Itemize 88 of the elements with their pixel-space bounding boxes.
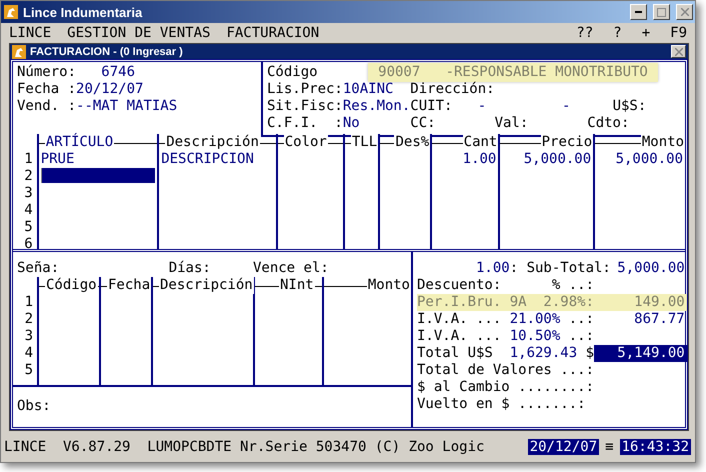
status-date: 20/12/07 — [528, 438, 600, 454]
field-label: Fecha : — [17, 81, 76, 98]
field-label: Sit.Fisc: — [267, 98, 343, 114]
total-value: 1,629.43 — [510, 345, 578, 362]
total-label: Vuelto en $ .......: — [417, 396, 586, 413]
status-text: LINCE V6.87.29 LUMOPCBDTE Nr.Serie 503470 (C) Zoo Logic — [4, 438, 486, 454]
column-header: Descripción — [165, 134, 260, 151]
total-amount: 867.77 — [633, 311, 686, 328]
row-number: 3 — [23, 185, 34, 202]
row-number: 3 — [24, 328, 34, 345]
field-value: No — [342, 115, 360, 131]
shortcut-button[interactable]: ?? — [576, 25, 594, 41]
form-title: FACTURACION - (0 Ingresar ) — [30, 46, 184, 58]
table-cell-text: DESCRIPCION — [160, 151, 255, 168]
row-number: 5 — [23, 219, 34, 236]
field-label: Número: — [17, 64, 76, 81]
maximize-icon — [657, 8, 666, 16]
row-number: 2 — [24, 311, 34, 328]
column-header: Cant — [462, 134, 498, 151]
maximize-button[interactable] — [653, 4, 670, 20]
total-value: 1.00 — [476, 260, 510, 277]
total-value: 21.00% — [510, 311, 560, 328]
column-header: Código — [45, 277, 98, 294]
total-label: $ — [584, 345, 594, 362]
field-value: - - — [476, 98, 570, 114]
app-logo-icon — [4, 5, 18, 19]
total-label: : Sub-Total: — [510, 260, 611, 277]
total-value: 10.50% — [510, 328, 560, 345]
row-number: 1 — [23, 151, 34, 168]
row-number: 4 — [24, 345, 34, 362]
total-amount: 5,000.00 — [616, 260, 686, 277]
field-value: --MAT MATIAS — [76, 98, 178, 115]
total-amount: 149.00 — [633, 294, 686, 311]
total-label: Descuento: % ..: — [417, 277, 594, 294]
shortcut-button[interactable]: ? — [613, 25, 622, 41]
field-label: Dirección: — [410, 81, 495, 97]
field-label: Lis.Prec: — [267, 81, 343, 97]
close-button[interactable] — [676, 4, 693, 20]
total-label: I.V.A. ... — [417, 311, 502, 328]
total-label: ..: — [568, 328, 594, 345]
status-time: 16:43:32 — [620, 438, 691, 454]
row-number: 2 — [23, 168, 34, 185]
field-label: Días: — [168, 260, 212, 277]
field-value: 6746 — [101, 64, 136, 81]
row-number: 5 — [24, 362, 34, 379]
field-label: Seña: — [17, 260, 60, 277]
field-label: CUIT: — [410, 98, 452, 114]
total-label: Total de Valores ...: — [417, 362, 594, 379]
row-number: 4 — [23, 202, 34, 219]
row-number: 1 — [24, 294, 34, 311]
shortcut-button[interactable]: + — [642, 25, 650, 41]
field-value: 10AINC — [342, 81, 394, 97]
input-field[interactable] — [40, 168, 156, 184]
column-header: Descripción — [159, 277, 254, 294]
minimize-icon — [635, 11, 642, 13]
menu-item[interactable]: LINCE — [9, 25, 52, 41]
status-separator: ≡ — [605, 438, 614, 454]
table-cell-text: 1.00 — [462, 151, 498, 168]
total-label: ..: — [568, 311, 594, 328]
field-label: Obs: — [17, 398, 51, 414]
field-label: C.F.I. : — [267, 115, 343, 131]
table-cell-text: PRUE — [40, 151, 76, 168]
field-label: Código — [267, 64, 318, 81]
field-label: Vence el: — [252, 260, 329, 277]
total-label: I.V.A. ... — [417, 328, 502, 345]
shortcut-button[interactable]: F9 — [670, 25, 687, 41]
field-label: U$S: — [612, 98, 646, 114]
menu-item[interactable]: GESTION DE VENTAS — [67, 25, 210, 41]
form-close-button[interactable] — [671, 45, 686, 58]
total-label: Per.I.Bru. 9A 2.98%: — [417, 294, 594, 311]
close-icon — [674, 48, 682, 56]
field-label: Val: — [494, 115, 528, 131]
field-value: Res.Mon. — [342, 98, 410, 114]
total-amount-field: 5,149.00 — [594, 345, 687, 362]
field-value: 20/12/07 — [76, 81, 144, 98]
total-label: Total U$S — [417, 345, 494, 362]
table-cell-text: 5,000.00 — [522, 151, 592, 168]
close-icon — [680, 8, 688, 16]
window-title: Lince Indumentaria — [23, 4, 144, 20]
table-cell-text: 5,000.00 — [614, 151, 684, 168]
field-label: Cdto: — [587, 115, 630, 131]
client-tooltip: 90007 -RESPONSABLE MONOTRIBUTO — [368, 63, 658, 82]
field-label: Vend. : — [17, 98, 76, 115]
field-label: CC: — [410, 115, 436, 131]
minimize-button[interactable] — [630, 4, 647, 20]
row-number: 6 — [23, 236, 34, 253]
menu-item[interactable]: FACTURACION — [226, 25, 320, 41]
total-label: $ al Cambio ........: — [417, 379, 594, 396]
